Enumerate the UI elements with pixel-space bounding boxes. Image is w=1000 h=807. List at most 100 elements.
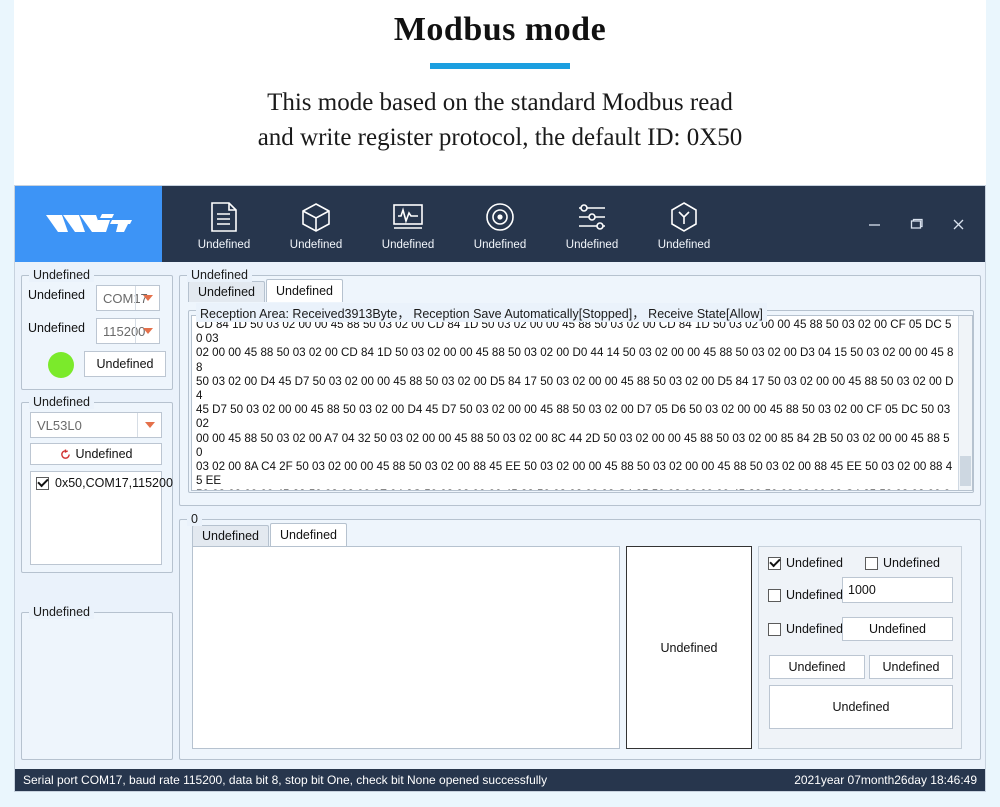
hexagon-y-icon xyxy=(668,198,700,236)
tab-send-1[interactable]: Undefined xyxy=(270,523,347,546)
search-device-label: Undefined xyxy=(75,447,133,461)
toolbar-item-cube[interactable]: Undefined xyxy=(270,186,362,262)
port-combo[interactable]: COM17 xyxy=(96,285,160,311)
send-preview-panel[interactable]: Undefined xyxy=(626,546,752,749)
close-button[interactable] xyxy=(937,204,979,244)
banner-subtitle: This mode based on the standard Modbus r… xyxy=(14,85,986,155)
search-device-button[interactable]: Undefined xyxy=(30,443,162,465)
send-checkbox-1-label: Undefined xyxy=(786,556,843,570)
list-item[interactable]: 0x50,COM17,115200 xyxy=(31,472,173,494)
sidebar-bottom-caption: Undefined xyxy=(29,605,94,619)
chevron-down-icon[interactable] xyxy=(135,319,159,343)
toolbar: Undefined Undefined Undefined Undefined … xyxy=(162,186,730,262)
body-area: Undefined Undefined COM17 Undefined 1152… xyxy=(15,262,985,770)
document-icon xyxy=(209,198,239,236)
reception-group: Undefined Undefined Undefined Reception … xyxy=(179,268,981,506)
toolbar-item-sliders-label: Undefined xyxy=(565,238,619,251)
send-controls-panel: Undefined Undefined Undefined Undefined … xyxy=(758,546,962,749)
banner: Modbus mode This mode based on the stand… xyxy=(14,0,986,185)
sidebar-bottom-group: Undefined xyxy=(21,605,173,760)
target-circle-icon xyxy=(484,198,516,236)
status-bar: Serial port COM17, baud rate 115200, dat… xyxy=(15,769,985,791)
minimize-icon xyxy=(868,223,880,226)
reception-scrollbar-thumb[interactable] xyxy=(960,456,971,486)
toolbar-item-waveform[interactable]: Undefined xyxy=(362,186,454,262)
close-icon xyxy=(953,219,963,229)
screenshot-root: Modbus mode This mode based on the stand… xyxy=(0,0,1000,807)
toolbar-item-document-label: Undefined xyxy=(197,238,251,251)
reception-hex-text: CD 84 1D 50 03 02 00 00 45 88 50 03 02 0… xyxy=(196,318,954,490)
send-checkbox-3[interactable] xyxy=(768,622,781,636)
send-button-4[interactable]: Undefined xyxy=(769,685,953,729)
device-checkbox[interactable] xyxy=(36,476,49,490)
checkbox-row-4[interactable]: Undefined xyxy=(865,556,940,570)
wit-logo-icon xyxy=(45,214,132,232)
toolbar-item-target[interactable]: Undefined xyxy=(454,186,546,262)
checkbox-row-3[interactable]: Undefined xyxy=(768,622,843,636)
port-label: Undefined xyxy=(28,288,85,302)
toolbar-item-hexagon-y[interactable]: Undefined xyxy=(638,186,730,262)
send-checkbox-2[interactable] xyxy=(768,588,781,602)
status-message: Serial port COM17, baud rate 115200, dat… xyxy=(23,773,548,787)
toolbar-item-cube-label: Undefined xyxy=(289,238,343,251)
chevron-down-icon[interactable] xyxy=(137,413,161,437)
application-window: Undefined Undefined Undefined Undefined … xyxy=(14,185,986,792)
interval-input[interactable]: 1000 xyxy=(842,577,953,603)
serial-settings-group: Undefined Undefined COM17 Undefined 1152… xyxy=(21,268,173,390)
send-button-1[interactable]: Undefined xyxy=(842,617,953,641)
wit-logo xyxy=(15,186,162,262)
send-group-caption: 0 xyxy=(187,512,202,526)
send-checkbox-2-label: Undefined xyxy=(786,588,843,602)
toolbar-item-hexagon-label: Undefined xyxy=(657,238,711,251)
send-checkbox-4-label: Undefined xyxy=(883,556,940,570)
cube-icon xyxy=(300,198,332,236)
device-type-combo[interactable]: VL53L0 xyxy=(30,412,162,438)
reception-group-caption: Undefined xyxy=(187,268,252,282)
reception-area-caption: Reception Area: Received3913Byte， Recept… xyxy=(196,303,767,322)
send-tabs: Undefined Undefined xyxy=(192,523,348,546)
reception-textarea[interactable]: CD 84 1D 50 03 02 00 00 45 88 50 03 02 0… xyxy=(191,315,973,491)
toolbar-item-waveform-label: Undefined xyxy=(381,238,435,251)
reception-area-group: Reception Area: Received3913Byte， Recept… xyxy=(188,303,974,493)
connection-status-led xyxy=(48,352,74,378)
minimize-button[interactable] xyxy=(853,204,895,244)
send-checkbox-3-label: Undefined xyxy=(786,622,843,636)
send-preview-label: Undefined xyxy=(660,640,718,655)
toolbar-item-document[interactable]: Undefined xyxy=(178,186,270,262)
send-checkbox-4[interactable] xyxy=(865,556,878,570)
send-group: 0 Undefined Undefined Undefined Undefine… xyxy=(179,512,981,760)
status-datetime: 2021year 07month26day 18:46:49 xyxy=(794,773,977,787)
checkbox-row-1[interactable]: Undefined xyxy=(768,556,843,570)
banner-subtitle-line1: This mode based on the standard Modbus r… xyxy=(267,89,733,116)
maximize-button[interactable] xyxy=(895,204,937,244)
device-group: Undefined VL53L0 Undefined 0x50,COM17,11… xyxy=(21,395,173,573)
toolbar-item-sliders[interactable]: Undefined xyxy=(546,186,638,262)
interval-input-value: 1000 xyxy=(848,583,876,597)
reception-tabs: Undefined Undefined xyxy=(188,279,344,302)
send-textarea[interactable] xyxy=(192,546,620,749)
title-bar: Undefined Undefined Undefined Undefined … xyxy=(15,186,985,262)
sliders-icon xyxy=(575,198,609,236)
tab-send-0[interactable]: Undefined xyxy=(192,525,269,546)
device-list-item-label: 0x50,COM17,115200 xyxy=(55,476,173,490)
checkbox-row-2[interactable]: Undefined xyxy=(768,588,843,602)
send-button-2[interactable]: Undefined xyxy=(769,655,865,679)
device-group-caption: Undefined xyxy=(29,395,94,409)
tab-reception-0[interactable]: Undefined xyxy=(188,281,265,302)
tab-reception-1[interactable]: Undefined xyxy=(266,279,343,302)
serial-settings-caption: Undefined xyxy=(29,268,94,282)
device-list[interactable]: 0x50,COM17,115200 xyxy=(30,471,173,565)
open-port-button[interactable]: Undefined xyxy=(84,351,166,377)
baud-combo[interactable]: 115200 xyxy=(96,318,160,344)
banner-subtitle-line2: and write register protocol, the default… xyxy=(257,124,743,151)
device-type-value: VL53L0 xyxy=(37,417,82,433)
window-controls xyxy=(853,186,979,262)
send-button-3[interactable]: Undefined xyxy=(869,655,953,679)
refresh-icon xyxy=(60,448,70,459)
chevron-down-icon[interactable] xyxy=(135,286,159,310)
send-checkbox-1[interactable] xyxy=(768,556,781,570)
toolbar-item-target-label: Undefined xyxy=(473,238,527,251)
title-underline-accent xyxy=(430,63,570,69)
page-title: Modbus mode xyxy=(393,11,607,48)
reception-scrollbar[interactable] xyxy=(958,316,972,490)
